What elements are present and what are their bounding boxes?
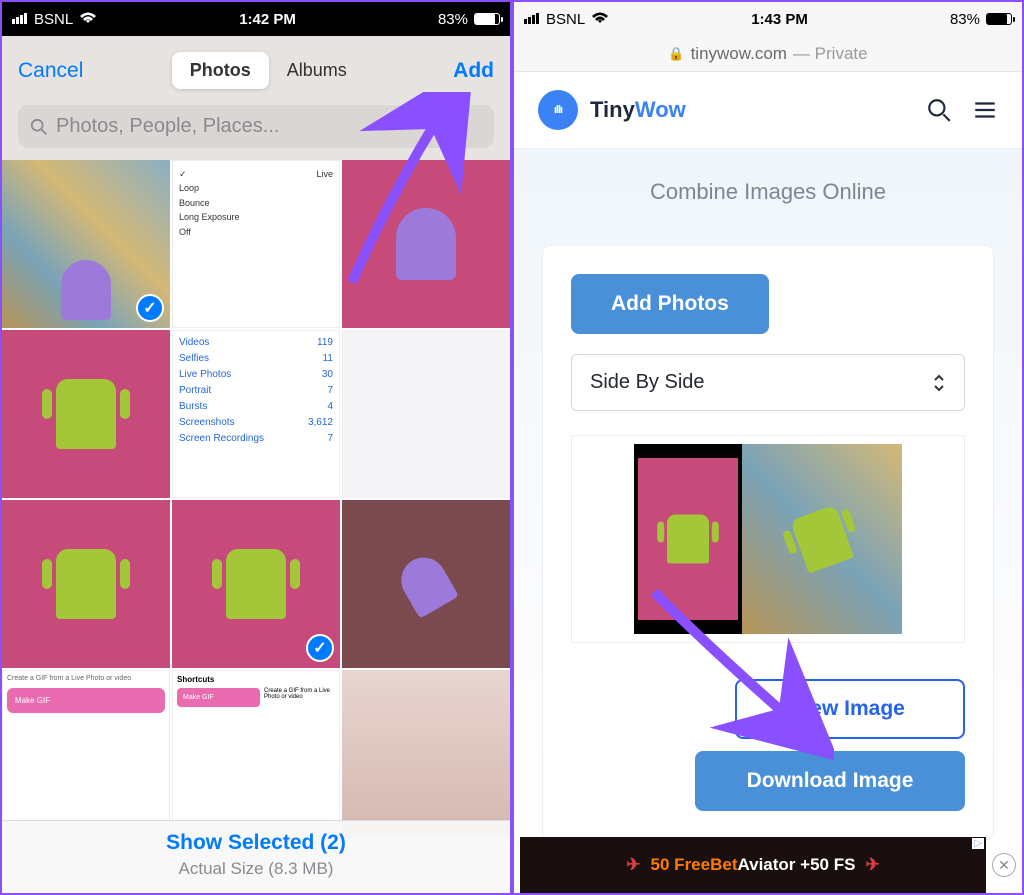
- hamburger-menu-icon[interactable]: [972, 97, 998, 123]
- photo-thumbnail[interactable]: ✓ Live Loop Bounce Long Exposure Off: [172, 160, 340, 328]
- selected-check-icon: ✓: [136, 294, 164, 322]
- status-bar: BSNL 1:42 PM 83%: [2, 2, 510, 36]
- lock-icon: 🔒: [668, 46, 684, 62]
- tool-card: Add Photos Side By Side New Image Downlo…: [542, 245, 994, 840]
- battery-percent: 83%: [438, 11, 468, 28]
- photo-thumbnail[interactable]: [342, 160, 510, 328]
- preview-image-1: [634, 444, 742, 634]
- ad-banner[interactable]: ✈ 50 FreeBet Aviator +50 FS ✈: [520, 837, 986, 893]
- select-value: Side By Side: [590, 371, 705, 394]
- photo-thumbnail[interactable]: [2, 500, 170, 668]
- cancel-button[interactable]: Cancel: [18, 59, 83, 83]
- battery-percent: 83%: [950, 11, 980, 28]
- photo-thumbnail[interactable]: [2, 330, 170, 498]
- segmented-control[interactable]: Photos Albums: [170, 50, 367, 91]
- photo-grid[interactable]: ✓ ✓ Live Loop Bounce Long Exposure Off V…: [2, 160, 510, 838]
- picker-footer: Show Selected (2) Actual Size (8.3 MB): [2, 820, 510, 893]
- selected-check-icon: ✓: [306, 634, 334, 662]
- preview-image-2: [742, 444, 902, 634]
- safari-address-bar[interactable]: 🔒 tinywow.com — Private: [514, 36, 1022, 72]
- chevron-updown-icon: [932, 374, 946, 392]
- search-input[interactable]: Photos, People, Places...: [18, 105, 494, 148]
- combined-preview: [571, 435, 965, 643]
- url-private-label: — Private: [793, 44, 868, 64]
- wifi-icon: [591, 12, 609, 26]
- url-domain: tinywow.com: [691, 44, 787, 64]
- add-photos-button[interactable]: Add Photos: [571, 274, 769, 334]
- tinywow-logo[interactable]: ıllı TinyWow: [538, 90, 686, 130]
- adchoices-icon[interactable]: ▷: [972, 838, 984, 849]
- photo-thumbnail[interactable]: Shortcuts Make GIF Create a GIF from a L…: [172, 670, 340, 838]
- ad-close-button[interactable]: ✕: [992, 853, 1016, 877]
- add-button[interactable]: Add: [453, 59, 494, 83]
- clock: 1:42 PM: [239, 11, 296, 28]
- battery-icon: [474, 13, 500, 25]
- signal-icon: [12, 11, 28, 28]
- logo-mark-icon: ıllı: [538, 90, 578, 130]
- photo-thumbnail[interactable]: [342, 500, 510, 668]
- battery-icon: [986, 13, 1012, 25]
- site-header: ıllı TinyWow: [514, 72, 1022, 149]
- phone-right-safari-tinywow: BSNL 1:43 PM 83% 🔒 tinywow.com — Private…: [512, 0, 1024, 895]
- clock: 1:43 PM: [751, 11, 808, 28]
- show-selected-button[interactable]: Show Selected (2): [2, 831, 510, 855]
- page-title: Combine Images Online: [542, 179, 994, 205]
- wifi-icon: [79, 12, 97, 26]
- download-image-button[interactable]: Download Image: [695, 751, 965, 811]
- tab-albums[interactable]: Albums: [269, 52, 365, 89]
- search-placeholder: Photos, People, Places...: [56, 115, 279, 138]
- photo-thumbnail[interactable]: ✓: [172, 500, 340, 668]
- picker-header: Cancel Photos Albums Add Photos, People,…: [2, 36, 510, 160]
- signal-icon: [524, 11, 540, 28]
- carrier-label: BSNL: [546, 11, 585, 28]
- tab-photos[interactable]: Photos: [172, 52, 269, 89]
- photo-thumbnail[interactable]: ✓: [2, 160, 170, 328]
- photo-thumbnail[interactable]: Videos119 Selfies11 Live Photos30 Portra…: [172, 330, 340, 498]
- photo-thumbnail[interactable]: [342, 330, 510, 498]
- search-icon: [30, 118, 48, 136]
- carrier-label: BSNL: [34, 11, 73, 28]
- photo-thumbnail[interactable]: [342, 670, 510, 838]
- photo-thumbnail[interactable]: Create a GIF from a Live Photo or video …: [2, 670, 170, 838]
- page-body: Combine Images Online Add Photos Side By…: [514, 149, 1022, 870]
- phone-left-ios-picker: BSNL 1:42 PM 83% Cancel Photos Albums Ad…: [0, 0, 512, 895]
- status-bar: BSNL 1:43 PM 83%: [514, 2, 1022, 36]
- layout-select[interactable]: Side By Side: [571, 354, 965, 411]
- new-image-button[interactable]: New Image: [735, 679, 965, 739]
- file-size-label: Actual Size (8.3 MB): [2, 859, 510, 879]
- search-icon[interactable]: [926, 97, 952, 123]
